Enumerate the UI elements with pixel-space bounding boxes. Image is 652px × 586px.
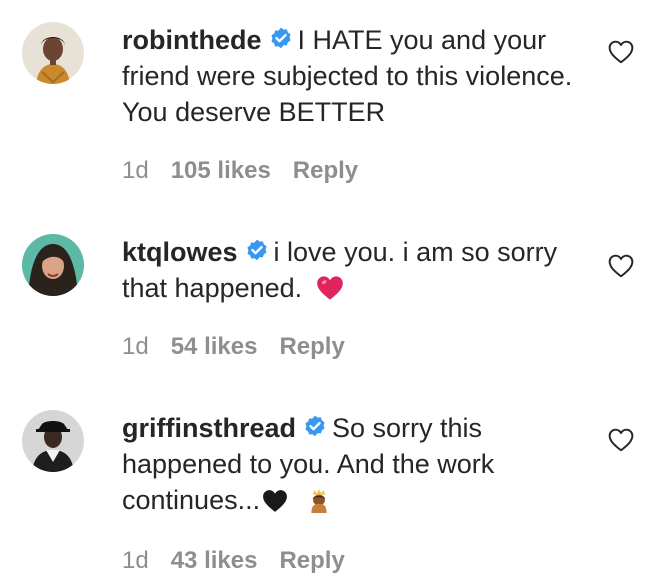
comment-username[interactable]: robinthede bbox=[122, 25, 262, 55]
crowned-person-emoji-icon bbox=[311, 489, 327, 513]
comment-time: 1d bbox=[122, 333, 149, 360]
verified-badge-icon bbox=[305, 415, 325, 437]
comment-time: 1d bbox=[122, 547, 149, 574]
comment-likes-count[interactable]: 54 likes bbox=[171, 333, 258, 360]
comment-meta: 1d 105 likes Reply bbox=[122, 156, 380, 186]
comment-username[interactable]: griffinsthread bbox=[122, 413, 296, 443]
verified-badge-icon bbox=[246, 239, 267, 261]
red-heart-emoji-icon bbox=[316, 276, 343, 300]
like-heart-icon[interactable] bbox=[608, 40, 634, 64]
comment-meta: 1d 43 likes Reply bbox=[122, 546, 367, 576]
avatar[interactable] bbox=[22, 234, 84, 296]
comment-item: ktqlowes i love you. i am so sorry that h… bbox=[0, 200, 652, 390]
comment-username[interactable]: ktqlowes bbox=[122, 237, 238, 267]
comment-text-block: robinthede I HATE you and your friend wer… bbox=[122, 22, 592, 130]
comment-time: 1d bbox=[122, 157, 149, 184]
verified-badge-icon bbox=[270, 27, 291, 49]
comment-meta: 1d 54 likes Reply bbox=[122, 332, 367, 362]
avatar[interactable] bbox=[22, 22, 84, 84]
comment-item: griffinsthread So sorry this happened to … bbox=[0, 390, 652, 586]
comment-text-block: griffinsthread So sorry this happened to … bbox=[122, 410, 592, 518]
comment-likes-count[interactable]: 105 likes bbox=[171, 157, 271, 184]
comment-item: robinthede I HATE you and your friend wer… bbox=[0, 0, 652, 200]
reply-button[interactable]: Reply bbox=[279, 333, 344, 360]
comment-text-block: ktqlowes i love you. i am so sorry that h… bbox=[122, 234, 592, 306]
like-heart-icon[interactable] bbox=[608, 428, 634, 452]
comment-likes-count[interactable]: 43 likes bbox=[171, 547, 258, 574]
reply-button[interactable]: Reply bbox=[279, 547, 344, 574]
reply-button[interactable]: Reply bbox=[293, 157, 358, 184]
like-heart-icon[interactable] bbox=[608, 254, 634, 278]
avatar[interactable] bbox=[22, 410, 84, 472]
black-heart-emoji-icon bbox=[263, 490, 288, 512]
